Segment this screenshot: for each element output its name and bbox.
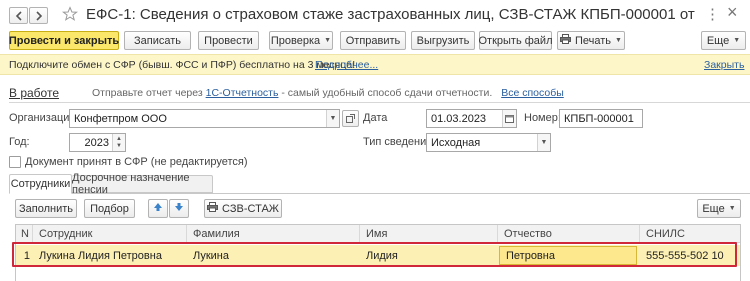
table-more-button[interactable]: Еще ▼ bbox=[697, 199, 741, 218]
table-header: N Сотрудник Фамилия Имя Отчество СНИЛС bbox=[16, 225, 740, 243]
arrow-up-icon bbox=[153, 202, 163, 215]
banner-details-link[interactable]: Подробнее... bbox=[315, 59, 378, 71]
save-button[interactable]: Записать bbox=[124, 31, 191, 50]
cell-first-name: Лидия bbox=[366, 249, 398, 262]
number-label: Номер: bbox=[524, 112, 561, 124]
status-in-progress-link[interactable]: В работе bbox=[9, 86, 59, 100]
tab-early-pension-label: Досрочное назначение пенсии bbox=[72, 172, 190, 196]
status-hint-text: Отправьте отчет через bbox=[92, 87, 206, 99]
info-type-label: Тип сведений: bbox=[363, 136, 436, 148]
printer-icon bbox=[560, 34, 571, 47]
cell-patronymic[interactable]: Петровна bbox=[499, 246, 637, 265]
post-and-close-button[interactable]: Провести и закрыть bbox=[9, 31, 119, 50]
date-value: 01.03.2023 bbox=[431, 112, 487, 125]
szv-stazh-label: СЗВ-СТАЖ bbox=[222, 202, 279, 215]
back-arrow-icon[interactable] bbox=[9, 7, 28, 24]
post-button[interactable]: Провести bbox=[198, 31, 259, 50]
print-button[interactable]: Печать ▼ bbox=[557, 31, 625, 50]
year-label: Год: bbox=[9, 136, 30, 148]
send-button[interactable]: Отправить bbox=[340, 31, 406, 50]
stepper-up-icon[interactable]: ▲ bbox=[116, 136, 122, 143]
open-link-icon[interactable] bbox=[342, 110, 359, 127]
column-header-employee[interactable]: Сотрудник bbox=[33, 225, 187, 243]
more-actions-icon[interactable]: ⋮ bbox=[705, 5, 720, 23]
open-file-button[interactable]: Открыть файл bbox=[479, 31, 553, 50]
column-header-n[interactable]: N bbox=[16, 225, 33, 243]
stepper-down-icon[interactable]: ▼ bbox=[116, 143, 122, 150]
check-button[interactable]: Проверка ▼ bbox=[269, 31, 333, 50]
banner-close-link[interactable]: Закрыть bbox=[704, 59, 744, 71]
cell-snils: 555-555-502 10 bbox=[646, 249, 724, 262]
chevron-down-icon: ▼ bbox=[728, 205, 736, 212]
number-field[interactable]: КПБП-000001 bbox=[559, 109, 643, 128]
move-down-button[interactable] bbox=[169, 199, 189, 218]
1c-reporting-link[interactable]: 1С-Отчетность bbox=[206, 87, 279, 99]
tab-employees-label: Сотрудники bbox=[10, 178, 71, 190]
organization-field[interactable]: Конфетпром ООО ▼ bbox=[69, 109, 340, 128]
promo-banner: Подключите обмен с СФР (бывш. ФСС и ПФР)… bbox=[0, 54, 750, 75]
tab-employees[interactable]: Сотрудники bbox=[9, 174, 72, 194]
close-icon[interactable]: × bbox=[727, 2, 738, 23]
chevron-down-icon: ▼ bbox=[615, 37, 622, 44]
check-button-label: Проверка bbox=[270, 34, 321, 47]
chevron-down-icon: ▼ bbox=[324, 37, 332, 44]
select-button[interactable]: Подбор bbox=[84, 199, 135, 218]
cell-last-name: Лукина bbox=[193, 249, 229, 262]
print-button-label: Печать bbox=[575, 34, 612, 47]
organization-value: Конфетпром ООО bbox=[74, 112, 167, 125]
favorite-star-icon[interactable] bbox=[62, 6, 78, 22]
number-value: КПБП-000001 bbox=[564, 112, 634, 125]
status-divider bbox=[9, 102, 750, 103]
info-type-value: Исходная bbox=[431, 136, 481, 149]
printer-icon bbox=[207, 202, 219, 215]
column-header-snils[interactable]: СНИЛС bbox=[640, 225, 740, 243]
column-header-first-name[interactable]: Имя bbox=[360, 225, 498, 243]
year-value: 2023 bbox=[84, 136, 109, 149]
chevron-down-icon[interactable]: ▼ bbox=[326, 110, 339, 127]
table-more-label: Еще bbox=[702, 202, 725, 215]
cell-n: 1 bbox=[23, 249, 30, 262]
accepted-checkbox[interactable] bbox=[9, 156, 21, 168]
status-hint: Отправьте отчет через 1С-Отчетность - са… bbox=[92, 87, 564, 99]
year-stepper[interactable]: ▲ ▼ bbox=[112, 134, 125, 151]
year-field[interactable]: 2023 ▲ ▼ bbox=[69, 133, 126, 152]
chevron-down-icon[interactable]: ▼ bbox=[537, 134, 550, 151]
accepted-checkbox-label: Документ принят в СФР (не редактируется) bbox=[25, 156, 248, 168]
window-title: ЕФС-1: Сведения о страховом стаже застра… bbox=[86, 6, 696, 23]
column-header-patronymic[interactable]: Отчество bbox=[498, 225, 640, 243]
szv-stazh-print-button[interactable]: СЗВ-СТАЖ bbox=[204, 199, 282, 218]
calendar-icon[interactable] bbox=[502, 110, 516, 127]
table-row[interactable]: 1 Лукина Лидия Петровна Лукина Лидия Пет… bbox=[16, 245, 740, 266]
more-button[interactable]: Еще ▼ bbox=[701, 31, 746, 50]
tab-early-pension[interactable]: Досрочное назначение пенсии bbox=[72, 172, 213, 196]
cell-employee: Лукина Лидия Петровна bbox=[39, 249, 162, 262]
export-button[interactable]: Выгрузить bbox=[411, 31, 475, 50]
move-up-button[interactable] bbox=[148, 199, 168, 218]
info-type-select[interactable]: Исходная ▼ bbox=[426, 133, 551, 152]
more-button-label: Еще bbox=[706, 34, 730, 47]
banner-text: Подключите обмен с СФР (бывш. ФСС и ПФР)… bbox=[9, 59, 356, 71]
forward-arrow-icon[interactable] bbox=[29, 7, 48, 24]
chevron-down-icon: ▼ bbox=[733, 37, 741, 44]
status-hint-tail: - самый удобный способ сдачи отчетности. bbox=[278, 87, 493, 99]
title-bar: ЕФС-1: Сведения о страховом стаже застра… bbox=[0, 0, 750, 30]
column-header-last-name[interactable]: Фамилия bbox=[187, 225, 360, 243]
date-label: Дата bbox=[363, 112, 388, 124]
employees-table: N Сотрудник Фамилия Имя Отчество СНИЛС 1… bbox=[15, 224, 741, 281]
all-methods-link[interactable]: Все способы bbox=[501, 87, 564, 99]
fill-button[interactable]: Заполнить bbox=[15, 199, 77, 218]
arrow-down-icon bbox=[174, 202, 184, 215]
date-field[interactable]: 01.03.2023 bbox=[426, 109, 517, 128]
organization-label: Организация: bbox=[9, 112, 79, 124]
